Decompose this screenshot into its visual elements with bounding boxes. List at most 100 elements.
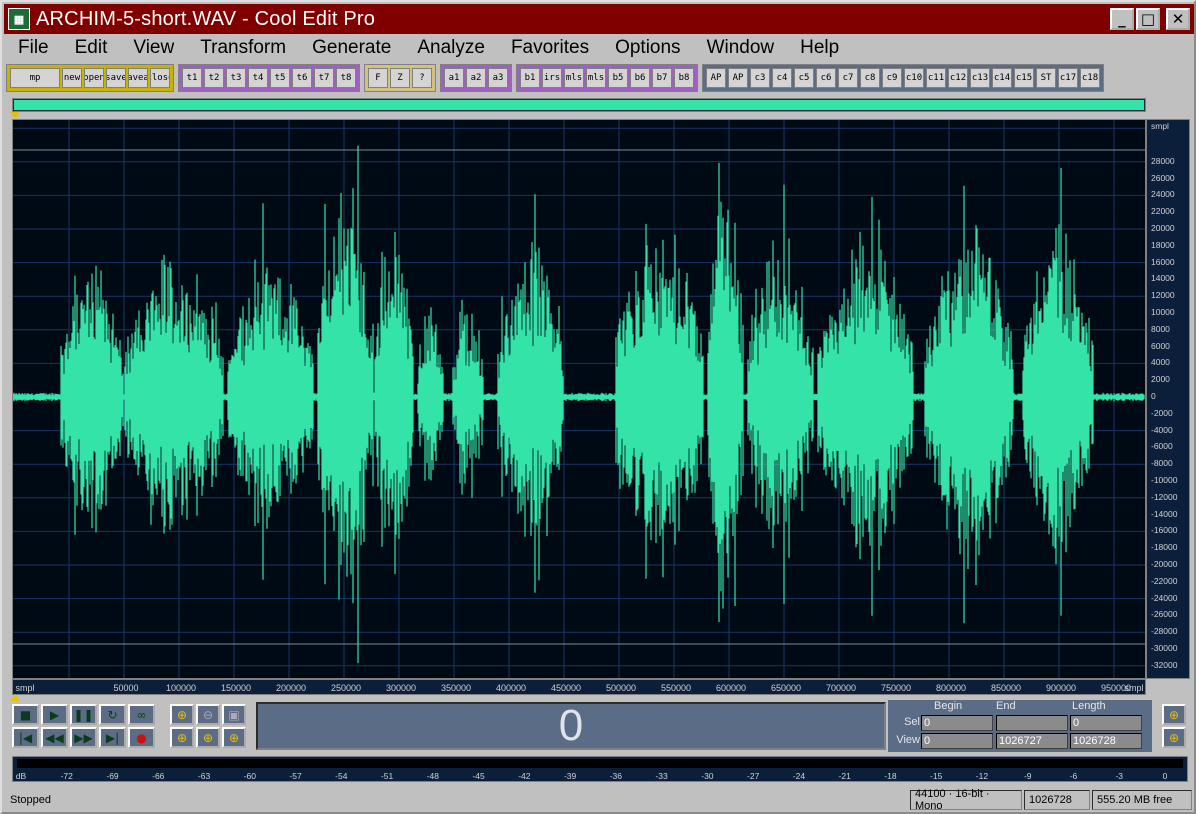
toolbar-button-icon[interactable]: c13 [970, 68, 990, 88]
fast-forward-button[interactable]: ▶▶ [70, 727, 97, 748]
toolbar-button-icon[interactable]: c15 [1014, 68, 1034, 88]
toolbar-button-icon[interactable]: save [106, 68, 126, 88]
menu-transform[interactable]: Transform [186, 37, 298, 59]
close-button[interactable]: ✕ [1166, 8, 1190, 30]
menu-help[interactable]: Help [786, 37, 851, 59]
menu-view[interactable]: View [119, 37, 186, 59]
toolbar-button-icon[interactable]: c4 [772, 68, 792, 88]
stop-button[interactable]: ■ [12, 704, 39, 725]
toolbar-button-icon[interactable]: c18 [1080, 68, 1100, 88]
toolbar-button-icon[interactable]: mls [586, 68, 606, 88]
toolbar-button-icon[interactable]: F [368, 68, 388, 88]
toolbar-button-icon[interactable]: b1 [520, 68, 540, 88]
overview-visible-range[interactable] [14, 100, 1144, 110]
zoom-in-button[interactable]: ⊕ [170, 704, 194, 725]
toolbar-button-icon[interactable]: c3 [750, 68, 770, 88]
toolbar-button-icon[interactable]: a2 [466, 68, 486, 88]
toolbar-button-icon[interactable]: close [150, 68, 170, 88]
record-button[interactable]: ● [128, 727, 155, 748]
toolbar-button-icon[interactable]: b7 [652, 68, 672, 88]
pause-button[interactable]: ❚❚ [70, 704, 97, 725]
menu-edit[interactable]: Edit [61, 37, 120, 59]
y-axis-tick-label: 24000 [1151, 189, 1175, 200]
toolbar-button-icon[interactable]: c11 [926, 68, 946, 88]
menu-window[interactable]: Window [693, 37, 787, 59]
go-to-end-button[interactable]: ▶| [99, 727, 126, 748]
toolbar-button-icon[interactable]: a3 [488, 68, 508, 88]
view-begin-field[interactable]: 0 [921, 733, 993, 749]
y-axis-ruler[interactable]: smpl 28000 26000 24000 22000 20000 18000 16000… [1146, 119, 1190, 679]
toolbar-button-icon[interactable]: open [84, 68, 104, 88]
toolbar-button-icon[interactable]: t7 [314, 68, 334, 88]
toolbar-button-icon[interactable]: mls [564, 68, 584, 88]
toolbar-button-icon[interactable]: c12 [948, 68, 968, 88]
toolbar-button-icon[interactable]: t4 [248, 68, 268, 88]
toolbar-button-icon[interactable]: AP [706, 68, 726, 88]
zoom-selection-button[interactable]: ⊕ [170, 727, 194, 748]
toolbar-button-icon[interactable]: b5 [608, 68, 628, 88]
vertical-zoom-out-button[interactable]: ⊕ [1162, 704, 1186, 725]
toolbar-button-icon[interactable]: t2 [204, 68, 224, 88]
sel-begin-field[interactable]: 0 [921, 715, 993, 731]
toolbar-button-icon[interactable]: c9 [882, 68, 902, 88]
toolbar-button-icon[interactable]: t1 [182, 68, 202, 88]
title-bar[interactable]: ▦ ARCHIM-5-short.WAV - Cool Edit Pro _ □… [4, 4, 1194, 34]
toolbar-button-icon[interactable]: b6 [630, 68, 650, 88]
toolbar-button-icon[interactable]: t3 [226, 68, 246, 88]
toolbar-button-icon[interactable]: c7 [838, 68, 858, 88]
start-marker-bottom-icon[interactable] [10, 694, 20, 701]
view-end-field[interactable]: 1026727 [996, 733, 1068, 749]
toolbar-button-icon[interactable]: t8 [336, 68, 356, 88]
toolbar-group-6: AP AP c3 c4 c5 c6 c7 c8 c9 c10 c11 c12 c13 c14 c15 ST c1… [702, 64, 1104, 92]
zoom-left-button[interactable]: ⊕ [196, 727, 220, 748]
status-format[interactable]: 44100 · 16-bit · Mono [910, 788, 1022, 812]
toolbar-button-icon[interactable]: c10 [904, 68, 924, 88]
x-axis-tick-label: 950000 [1100, 683, 1132, 693]
sel-end-field[interactable] [996, 715, 1068, 731]
toolbar-button-icon[interactable]: c6 [816, 68, 836, 88]
overview-bar[interactable] [12, 98, 1146, 112]
start-marker-top-icon[interactable] [10, 112, 20, 119]
toolbar-button-icon[interactable]: ST [1036, 68, 1056, 88]
cool-edit-app-icon[interactable]: ▦ [8, 8, 30, 30]
menu-analyze[interactable]: Analyze [403, 37, 497, 59]
menu-favorites[interactable]: Favorites [497, 37, 601, 59]
waveform-display[interactable] [12, 119, 1146, 679]
toolbar-button-icon[interactable]: t5 [270, 68, 290, 88]
maximize-button[interactable]: □ [1136, 8, 1160, 30]
menu-generate[interactable]: Generate [298, 37, 403, 59]
go-to-beginning-button[interactable]: |◀ [12, 727, 39, 748]
zoom-full-button[interactable]: ▣ [222, 704, 246, 725]
vertical-zoom-in-button[interactable]: ⊕ [1162, 727, 1186, 748]
toolbar-button-icon[interactable]: c14 [992, 68, 1012, 88]
x-axis-ruler[interactable]: smpl smpl 50000 100000 150000 200000 250000 3… [12, 679, 1146, 695]
toolbar-button-icon[interactable]: a1 [444, 68, 464, 88]
toolbar-button-icon[interactable]: t6 [292, 68, 312, 88]
toolbar-button-icon[interactable]: c5 [794, 68, 814, 88]
toolbar-button-icon[interactable]: saveas [128, 68, 148, 88]
toolbar-button-icon[interactable]: c17 [1058, 68, 1078, 88]
waveform-svg[interactable] [13, 120, 1145, 678]
loop-button[interactable]: ∞ [128, 704, 155, 725]
minimize-button[interactable]: _ [1110, 8, 1134, 30]
sel-length-field[interactable]: 0 [1070, 715, 1142, 731]
toolbar-button-icon[interactable]: ? [412, 68, 432, 88]
toolbar-button-icon[interactable]: b8 [674, 68, 694, 88]
zoom-out-button[interactable]: ⊖ [196, 704, 220, 725]
waveform-trace[interactable] [13, 145, 1145, 664]
menu-options[interactable]: Options [601, 37, 692, 59]
play-looped-button[interactable]: ↻ [99, 704, 126, 725]
toolbar-button-icon[interactable]: mp [10, 68, 60, 88]
view-length-field[interactable]: 1026728 [1070, 733, 1142, 749]
toolbar-button-icon[interactable]: Z [390, 68, 410, 88]
play-button[interactable]: ▶ [41, 704, 68, 725]
toolbar-button-icon[interactable]: AP [728, 68, 748, 88]
menu-file[interactable]: File [4, 37, 61, 59]
rewind-button[interactable]: ◀◀ [41, 727, 68, 748]
toolbar-button-icon[interactable]: c8 [860, 68, 880, 88]
y-axis-tick-label: 0 [1151, 391, 1156, 401]
y-axis-tick-label: -18000 [1151, 542, 1178, 553]
zoom-right-button[interactable]: ⊕ [222, 727, 246, 748]
toolbar-button-icon[interactable]: irs [542, 68, 562, 88]
toolbar-button-icon[interactable]: new [62, 68, 82, 88]
